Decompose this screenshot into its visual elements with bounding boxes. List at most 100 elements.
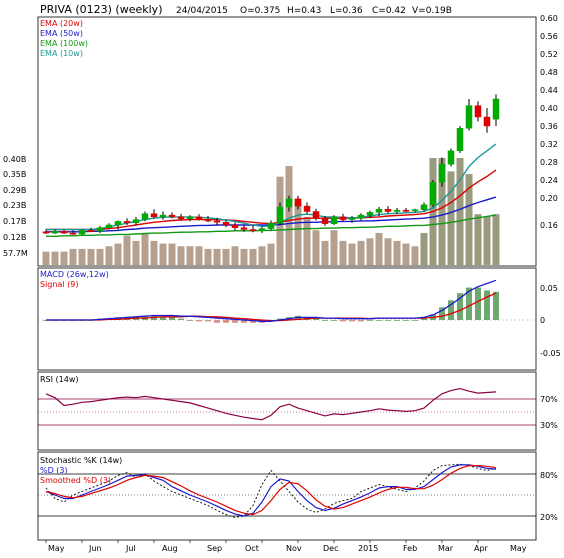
- macd-histogram-bar: [403, 320, 409, 321]
- x-tick-label: Feb: [403, 544, 417, 553]
- macd-histogram-bar: [484, 290, 490, 320]
- candle-body: [186, 216, 194, 219]
- volume-bar: [231, 246, 239, 265]
- macd-histogram-bar: [394, 320, 400, 321]
- candle-body: [366, 212, 374, 216]
- volume-bar: [285, 166, 293, 265]
- volume-tick-label: 0.29B: [3, 186, 26, 195]
- candle-body: [321, 217, 329, 224]
- volume-bar: [420, 232, 428, 265]
- price-tick-label: 0.24: [540, 176, 558, 185]
- volume-bar: [132, 240, 140, 265]
- candle-body: [294, 198, 302, 207]
- rsi-tick-label: 70%: [540, 395, 558, 404]
- candle-body: [60, 231, 68, 234]
- low-value: L=0.36: [330, 6, 363, 16]
- macd-tick-label: 0.05: [540, 284, 558, 293]
- macd-histogram-bar: [349, 320, 355, 322]
- candle-body: [312, 211, 320, 219]
- volume-bar: [330, 230, 338, 265]
- macd-histogram-bar: [475, 287, 481, 320]
- price-tick-label: 0.40: [540, 104, 558, 113]
- stoch-tick-label: 20%: [540, 513, 558, 522]
- volume-tick-label: 57.7M: [3, 249, 28, 258]
- macd-histogram-bar: [367, 320, 373, 321]
- volume-bar: [375, 232, 383, 265]
- legend-stoch-d: %D (3): [40, 466, 68, 475]
- price-legend: EMA (20w) EMA (50w) EMA (100w) EMA (10w): [40, 19, 88, 58]
- volume-bar: [249, 248, 257, 265]
- candle-body: [285, 198, 293, 208]
- open-value: O=0.375: [240, 6, 280, 16]
- volume-bar: [267, 243, 275, 265]
- x-tick-label: Jul: [125, 544, 136, 553]
- volume-tick-label: 0.17B: [3, 217, 26, 226]
- volume-bar: [42, 251, 50, 265]
- volume-bar: [474, 214, 482, 265]
- volume-bar: [60, 251, 68, 265]
- candle-body: [249, 229, 257, 232]
- x-tick-label: Aug: [162, 544, 178, 553]
- macd-histogram-bar: [322, 320, 328, 321]
- volume-value: V=0.19B: [412, 6, 452, 16]
- candle-body: [123, 221, 131, 223]
- volume-bar: [312, 230, 320, 265]
- macd-tick-label: -0.05: [540, 349, 561, 358]
- candle-body: [78, 230, 86, 235]
- volume-bar: [141, 232, 149, 265]
- candle-body: [492, 98, 500, 120]
- candle-body: [150, 213, 158, 218]
- volume-bar: [87, 248, 95, 265]
- candle-body: [267, 222, 275, 229]
- volume-bar: [339, 240, 347, 265]
- candle-body: [357, 214, 365, 219]
- chart-symbol: PRIVA (0123) (weekly): [40, 3, 163, 16]
- close-value: C=0.42: [372, 6, 406, 16]
- legend-ema100: EMA (100w): [40, 39, 88, 48]
- macd-histogram-bar: [232, 320, 238, 323]
- legend-rsi: RSI (14w): [40, 375, 79, 384]
- volume-tick-label: 0.23B: [3, 201, 26, 210]
- candle-body: [87, 230, 95, 232]
- candle-body: [384, 209, 392, 212]
- volume-bar: [447, 171, 455, 265]
- volume-tick-label: 0.12B: [3, 233, 26, 242]
- legend-ema50: EMA (50w): [40, 29, 83, 38]
- candle-body: [213, 220, 221, 223]
- volume-bar: [222, 248, 230, 265]
- legend-ema20: EMA (20w): [40, 19, 83, 28]
- volume-bar: [177, 246, 185, 265]
- candle-body: [339, 216, 347, 220]
- macd-histogram-bar: [223, 320, 229, 323]
- candle-body: [105, 224, 113, 228]
- x-tick-label: Nov: [286, 544, 302, 553]
- volume-bar: [303, 216, 311, 265]
- macd-histogram-bar: [358, 320, 364, 322]
- volume-bar: [114, 243, 122, 265]
- legend-signal: Signal (9): [40, 280, 78, 289]
- x-tick-label: May: [510, 544, 527, 553]
- volume-bar: [186, 246, 194, 265]
- candle-body: [69, 232, 77, 235]
- high-value: H=0.43: [287, 6, 321, 16]
- x-tick-label: Oct: [245, 544, 259, 553]
- volume-bar: [105, 246, 113, 265]
- volume-bar: [51, 251, 59, 265]
- stock-chart: PRIVA (0123) (weekly) 24/04/2015 O=0.375…: [0, 0, 564, 554]
- macd-histogram-bar: [376, 320, 382, 321]
- stoch-tick-label: 80%: [540, 471, 558, 480]
- volume-bar: [123, 235, 131, 265]
- volume-bar: [456, 158, 464, 265]
- x-tick-label: Dec: [323, 544, 338, 553]
- volume-bar: [204, 248, 212, 265]
- candle-body: [465, 105, 473, 129]
- price-tick-label: 0.32: [540, 140, 558, 149]
- candle-body: [393, 209, 401, 212]
- volume-bar: [384, 238, 392, 266]
- volume-bar: [258, 246, 266, 265]
- x-tick-label: Apr: [474, 544, 489, 553]
- candle-body: [438, 163, 446, 183]
- price-tick-label: 0.60: [540, 14, 558, 23]
- candle-body: [330, 216, 338, 224]
- x-tick-label: May: [48, 544, 65, 553]
